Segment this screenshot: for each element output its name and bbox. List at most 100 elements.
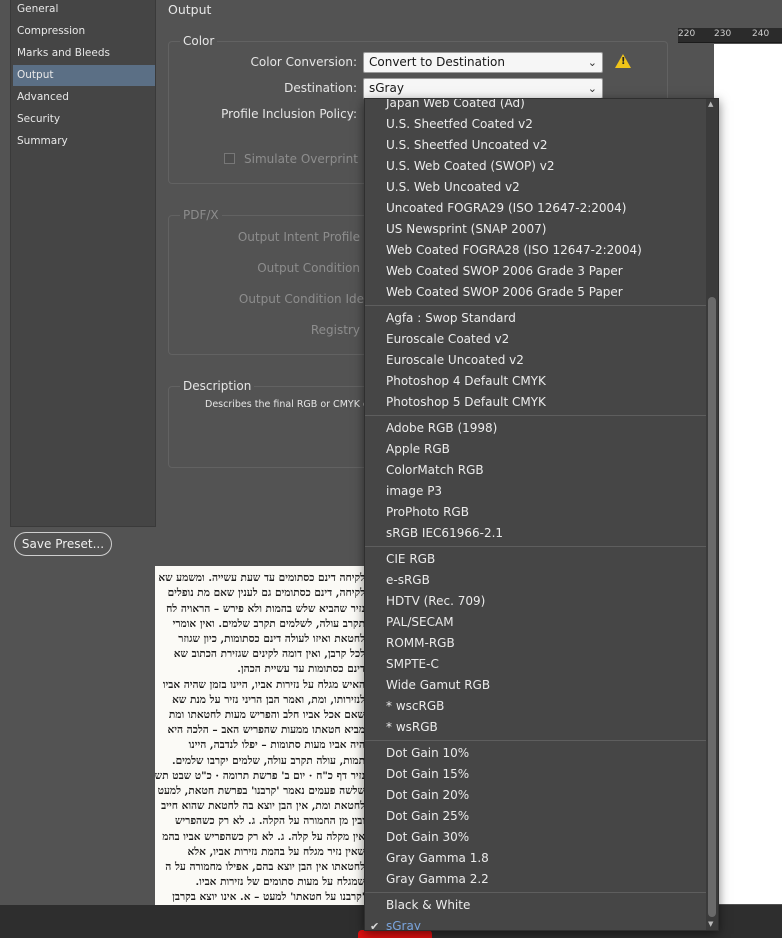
sidebar-item-advanced[interactable]: Advanced [13, 87, 155, 108]
dialog-sidebar: General Compression Marks and Bleeds Out… [10, 0, 156, 527]
dropdown-item[interactable]: sRGB IEC61966-2.1 [365, 523, 707, 544]
dropdown-item[interactable]: Photoshop 4 Default CMYK [365, 371, 707, 392]
color-conversion-select[interactable]: Convert to Destination ⌄ [363, 52, 603, 73]
dropdown-item[interactable]: U.S. Web Uncoated v2 [365, 177, 707, 198]
dropdown-item[interactable]: ROMM-RGB [365, 633, 707, 654]
dropdown-item[interactable]: ProPhoto RGB [365, 502, 707, 523]
sidebar-item-marks-and-bleeds[interactable]: Marks and Bleeds [13, 43, 155, 64]
simulate-overprint-checkbox[interactable] [224, 153, 235, 164]
destination-label: Destination: [284, 81, 357, 95]
dropdown-item[interactable]: Black & White [365, 895, 707, 916]
dropdown-item-label: PAL/SECAM [386, 615, 454, 629]
dropdown-item-label: image P3 [386, 484, 443, 498]
dropdown-item[interactable]: HDTV (Rec. 709) [365, 591, 707, 612]
dropdown-item-label: Adobe RGB (1998) [386, 421, 498, 435]
dropdown-item[interactable]: PAL/SECAM [365, 612, 707, 633]
sidebar-item-general[interactable]: General [13, 0, 155, 20]
document-text-line: שאין נזיר מגלח על בהמת נזירות אביו, אלא [187, 845, 365, 858]
dropdown-item[interactable]: Adobe RGB (1998) [365, 418, 707, 439]
dropdown-item[interactable]: Uncoated FOGRA29 (ISO 12647-2:2004) [365, 198, 707, 219]
dropdown-item-label: Dot Gain 15% [386, 767, 470, 781]
section-title: Output [168, 2, 212, 17]
dropdown-item[interactable]: sGray ✔ [365, 916, 707, 931]
dropdown-item-label: SMPTE-C [386, 657, 439, 671]
dropdown-item[interactable]: ColorMatch RGB [365, 460, 707, 481]
sidebar-item-compression[interactable]: Compression [13, 21, 155, 42]
dropdown-item[interactable]: * wsRGB [365, 717, 707, 738]
document-text-line: לחטאתו אין הבן יוצא בהם, אפילו מחמורה על… [165, 861, 365, 873]
red-highlight-mark [358, 930, 432, 938]
dropdown-item-label: Uncoated FOGRA29 (ISO 12647-2:2004) [386, 201, 627, 215]
dropdown-item-label: ROMM-RGB [386, 636, 455, 650]
dropdown-item[interactable]: Agfa : Swop Standard [365, 308, 707, 329]
dropdown-item[interactable]: Gray Gamma 1.8 [365, 848, 707, 869]
profile-inclusion-label: Profile Inclusion Policy: [221, 107, 357, 121]
dropdown-item[interactable]: U.S. Web Coated (SWOP) v2 [365, 156, 707, 177]
dropdown-item-label: Euroscale Uncoated v2 [386, 353, 524, 367]
dropdown-item[interactable]: Euroscale Uncoated v2 [365, 350, 707, 371]
dropdown-item[interactable]: Dot Gain 15% [365, 764, 707, 785]
pdfx-group-title: PDF/X [180, 208, 222, 222]
scroll-down-arrow-icon[interactable]: ▼ [708, 920, 713, 928]
document-page-right [714, 44, 782, 904]
document-text-line: 'קרבנו על חטאתו' למעט – א. אינו יוצא בקר… [172, 891, 365, 904]
dropdown-item[interactable]: Dot Gain 10% [365, 743, 707, 764]
dropdown-item[interactable]: Wide Gamut RGB [365, 675, 707, 696]
save-preset-button[interactable]: Save Preset... [14, 532, 112, 556]
dropdown-item[interactable]: Web Coated SWOP 2006 Grade 3 Paper [365, 261, 707, 282]
destination-dropdown-list[interactable]: Japan Web Coated (Ad) U.S. Sheetfed Coate… [364, 98, 719, 931]
dropdown-item-label: Web Coated SWOP 2006 Grade 5 Paper [386, 285, 623, 299]
sidebar-item-output[interactable]: Output [13, 65, 155, 86]
checkmark-icon: ✔ [370, 920, 380, 931]
dropdown-item-label: Photoshop 5 Default CMYK [386, 395, 546, 409]
document-text-line: לחטאת ומת, אין הבן יוצא בה לחטאת שהוא חי… [161, 800, 365, 813]
dropdown-item-label: ProPhoto RGB [386, 505, 469, 519]
dropdown-item[interactable]: Photoshop 5 Default CMYK [365, 392, 707, 413]
dropdown-separator [365, 740, 707, 741]
dropdown-item[interactable]: U.S. Sheetfed Coated v2 [365, 114, 707, 135]
ruler-tick: 220 [678, 29, 696, 39]
dropdown-item[interactable]: Gray Gamma 2.2 [365, 869, 707, 890]
dropdown-separator [365, 892, 707, 893]
dropdown-scrollbar[interactable]: ▲ ▼ [706, 99, 718, 930]
dropdown-item[interactable]: Dot Gain 20% [365, 785, 707, 806]
dropdown-item-label: Dot Gain 10% [386, 746, 470, 760]
dropdown-item-label: Dot Gain 25% [386, 809, 470, 823]
document-page-text: האחד חטאת ואת האחד עולה' – אמר רחמנא שאם… [155, 555, 365, 910]
chevron-down-icon: ⌄ [587, 56, 597, 69]
dropdown-item[interactable]: Japan Web Coated (Ad) [365, 98, 707, 114]
dropdown-item-label: Web Coated FOGRA28 (ISO 12647-2:2004) [386, 243, 642, 257]
output-condition-identifier-label: Output Condition Ide [238, 292, 364, 306]
registry-label: Registry [310, 323, 360, 337]
dropdown-item[interactable]: Apple RGB [365, 439, 707, 460]
dropdown-item-label: Gray Gamma 2.2 [386, 872, 489, 886]
document-text-line: נזיר דף כ"ח · יום ב' פרשת תרומה · כ"ט שב… [155, 769, 365, 782]
dropdown-item[interactable]: Web Coated FOGRA28 (ISO 12647-2:2004) [365, 240, 707, 261]
dropdown-item-label: Gray Gamma 1.8 [386, 851, 489, 865]
dropdown-item[interactable]: US Newsprint (SNAP 2007) [365, 219, 707, 240]
dropdown-item[interactable]: CIE RGB [365, 549, 707, 570]
destination-select[interactable]: sGray ⌄ [363, 78, 603, 99]
dropdown-item-label: Photoshop 4 Default CMYK [386, 374, 546, 388]
dropdown-item-label: Japan Web Coated (Ad) [386, 98, 525, 110]
dropdown-item[interactable]: Dot Gain 25% [365, 806, 707, 827]
scroll-up-arrow-icon[interactable]: ▲ [708, 100, 713, 108]
dropdown-item-label: Black & White [386, 898, 471, 912]
dropdown-item[interactable]: Web Coated SWOP 2006 Grade 5 Paper [365, 282, 707, 303]
sidebar-item-security[interactable]: Security [13, 109, 155, 130]
description-text: Describes the final RGB or CMYK ou [205, 399, 375, 410]
dropdown-item-label: Dot Gain 20% [386, 788, 470, 802]
dropdown-item[interactable]: image P3 [365, 481, 707, 502]
simulate-overprint-label: Simulate Overprint [244, 152, 358, 166]
dropdown-item[interactable]: Dot Gain 30% [365, 827, 707, 848]
dropdown-item[interactable]: e-sRGB [365, 570, 707, 591]
dropdown-item[interactable]: * wscRGB [365, 696, 707, 717]
dropdown-item-label: * wsRGB [386, 720, 438, 734]
dropdown-item[interactable]: Euroscale Coated v2 [365, 329, 707, 350]
dropdown-item[interactable]: U.S. Sheetfed Uncoated v2 [365, 135, 707, 156]
dropdown-scrollbar-thumb[interactable] [708, 297, 716, 917]
sidebar-item-summary[interactable]: Summary [13, 131, 155, 152]
dropdown-item-label: Euroscale Coated v2 [386, 332, 510, 346]
dropdown-item-label: Dot Gain 30% [386, 830, 470, 844]
dropdown-item[interactable]: SMPTE-C [365, 654, 707, 675]
